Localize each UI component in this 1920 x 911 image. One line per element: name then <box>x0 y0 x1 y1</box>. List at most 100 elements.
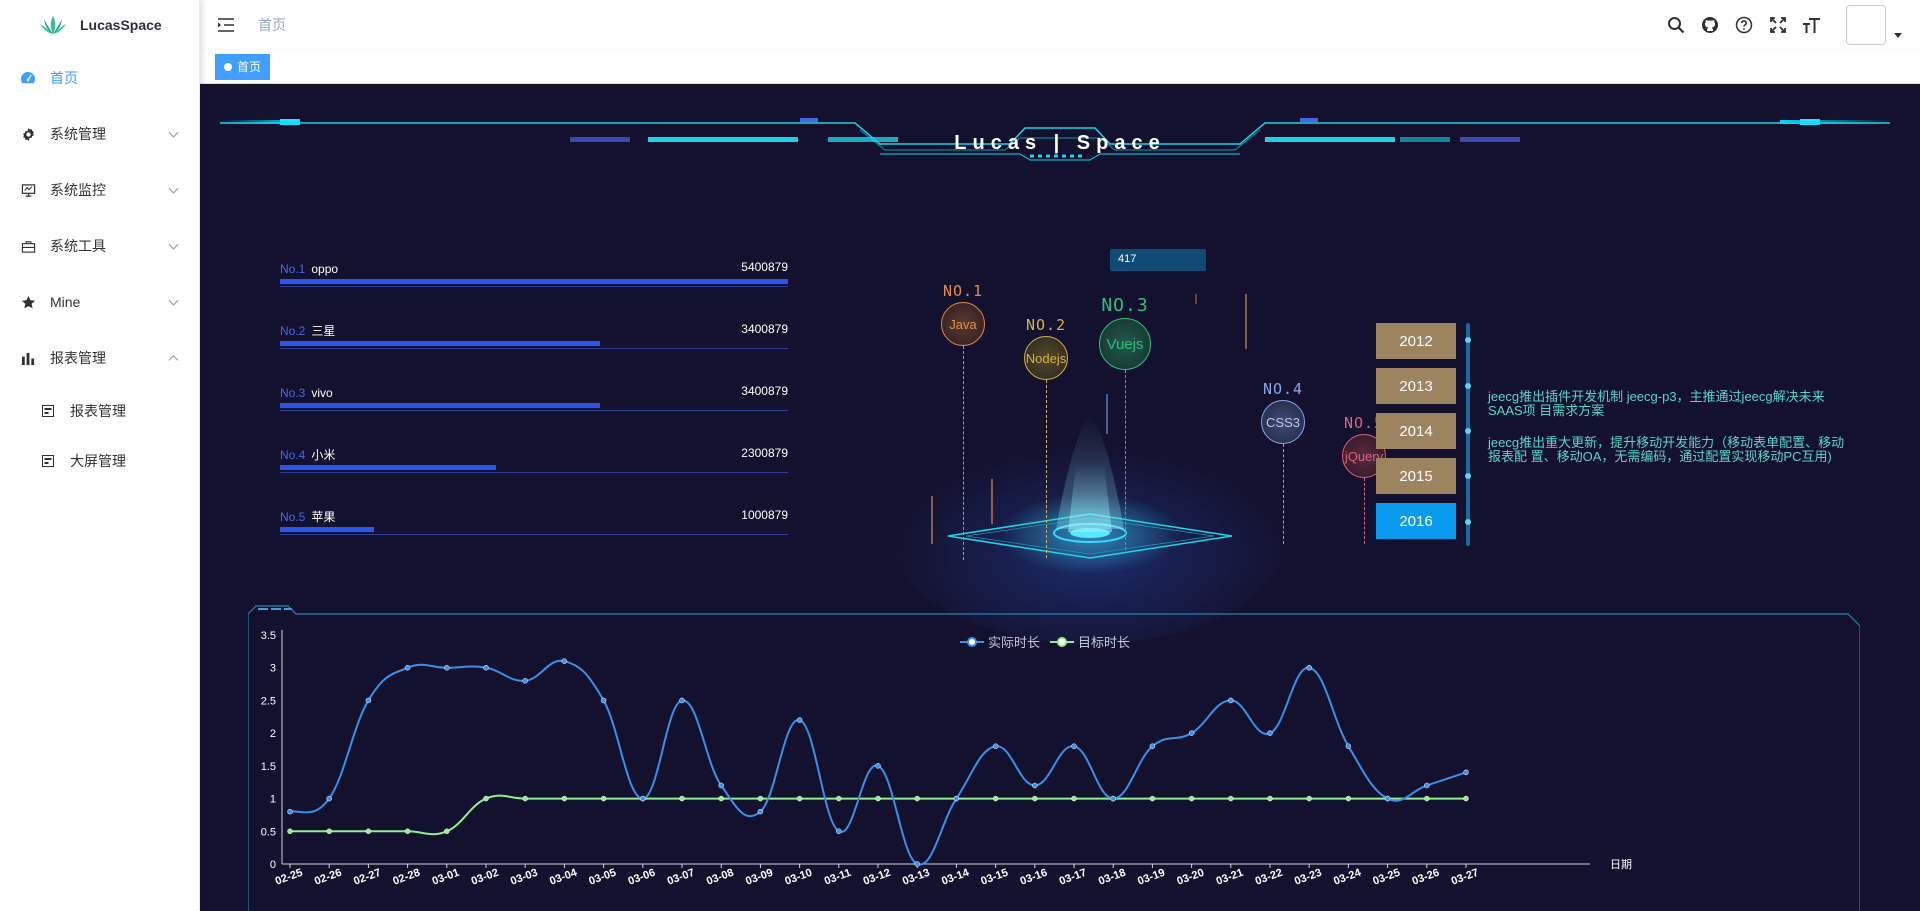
rank-number: No.2 <box>280 324 306 338</box>
timeline-dot <box>1465 473 1471 479</box>
sidebar-item-mine[interactable]: Mine <box>0 274 199 330</box>
dashboard-title: Lucas | Space <box>954 132 1166 154</box>
tech-stem <box>962 346 964 560</box>
sidebar-item-label: Mine <box>50 294 81 310</box>
rank-underline <box>280 286 788 287</box>
year-button-2013[interactable]: 2013 <box>1376 368 1456 404</box>
navbar: 首页 <box>200 0 1920 50</box>
tech-rank-label: NO.1 <box>942 282 984 300</box>
font-size-icon[interactable] <box>1802 15 1822 35</box>
caret-down-icon[interactable] <box>1894 32 1902 38</box>
ranking-row: No.1 oppo 5400879 <box>280 260 788 322</box>
tech-item-java[interactable]: NO.1 Java <box>940 282 986 560</box>
sidebar-item-label: 系统监控 <box>50 182 106 198</box>
year-list: 2012 2013 2014 2015 2016 <box>1376 323 1456 548</box>
search-icon[interactable] <box>1666 15 1686 35</box>
sidebar-item-home[interactable]: 首页 <box>0 50 199 106</box>
year-button-2014[interactable]: 2014 <box>1376 413 1456 449</box>
gear-icon <box>20 126 36 142</box>
sidebar-item-system-manage[interactable]: 系统管理 <box>0 106 199 162</box>
fullscreen-icon[interactable] <box>1768 15 1788 35</box>
rank-value: 1000879 <box>741 508 788 522</box>
rank-name: 苹果 <box>311 510 336 524</box>
sidebar-subitem-label: 大屏管理 <box>70 453 126 469</box>
legend-item-actual[interactable]: 实际时长 <box>960 632 1040 651</box>
report-icon <box>42 405 54 417</box>
tag-dot <box>224 62 232 71</box>
year-button-2015[interactable]: 2015 <box>1376 458 1456 494</box>
rank-number: No.5 <box>280 510 306 524</box>
center-value-badge: 417 <box>1110 249 1206 271</box>
rank-bar <box>280 465 497 470</box>
timeline-dot <box>1465 383 1471 389</box>
sidebar-item-label: 首页 <box>50 70 78 86</box>
timeline-dot <box>1465 428 1471 434</box>
rank-number: No.3 <box>280 386 306 400</box>
timeline-bar <box>1465 323 1471 546</box>
chevron-down-icon <box>168 239 179 250</box>
tech-rank-label: NO.2 <box>1025 316 1067 334</box>
tags-view: 首页 <box>200 50 1920 84</box>
help-icon[interactable] <box>1734 15 1754 35</box>
screen-icon <box>42 455 54 467</box>
rank-number: No.1 <box>280 262 306 276</box>
tech-stem <box>1363 478 1365 544</box>
rank-value: 2300879 <box>741 446 788 460</box>
year-button-2012[interactable]: 2012 <box>1376 323 1456 359</box>
ranking-row: No.3 vivo 3400879 <box>280 384 788 446</box>
rank-bar <box>280 341 601 346</box>
legend-item-target[interactable]: 目标时长 <box>1050 632 1130 651</box>
timeline-dot <box>1465 337 1471 343</box>
sidebar-subitem-report[interactable]: 报表管理 <box>0 386 199 436</box>
ranking-row: No.5 苹果 1000879 <box>280 508 788 570</box>
year-button-2016[interactable]: 2016 <box>1376 503 1456 539</box>
tech-item-vuejs[interactable]: NO.3 Vuejs <box>1096 295 1154 550</box>
monitor-icon <box>20 182 36 198</box>
big-screen-dashboard: Lucas | Space No.1 oppo 5400879 No.2 三星 34… <box>200 84 1920 911</box>
tech-ranking-stage: 417 NO.1 Java NO.2 Nodejs NO.3 Vuejs NO.… <box>856 234 1416 664</box>
rank-bar <box>280 403 601 408</box>
chevron-down-icon <box>168 127 179 138</box>
sidebar: LucasSpace 首页 系统管理 系统监控 系统工具 Mine 报表管理 报… <box>0 0 200 911</box>
chevron-up-icon <box>168 355 179 366</box>
tech-item-css3[interactable]: NO.4 CSS3 <box>1260 380 1306 544</box>
sidebar-item-label: 系统工具 <box>50 238 106 254</box>
sidebar-item-label: 系统管理 <box>50 126 106 142</box>
tech-stem <box>1045 380 1047 558</box>
logo-icon <box>40 16 66 34</box>
tech-stem <box>1124 370 1126 550</box>
star-icon <box>20 294 36 310</box>
tech-ball: CSS3 <box>1261 400 1305 444</box>
rank-underline <box>280 410 788 411</box>
rank-number: No.4 <box>280 448 306 462</box>
sidebar-item-system-tools[interactable]: 系统工具 <box>0 218 199 274</box>
tech-rank-label: NO.4 <box>1262 380 1304 398</box>
tag-home[interactable]: 首页 <box>215 53 271 80</box>
rank-name: oppo <box>311 262 339 276</box>
timeline-text: jeecg推出重大更新，提升移动开发能力（移动表单配置、移动报表配 置、移动OA… <box>1488 435 1845 464</box>
hamburger-icon[interactable] <box>216 15 236 35</box>
breadcrumb: 首页 <box>258 17 286 33</box>
tech-rank-label: NO.3 <box>1101 295 1149 316</box>
legend-symbol <box>1050 636 1075 648</box>
rank-name: vivo <box>311 386 333 400</box>
tech-item-nodejs[interactable]: NO.2 Nodejs <box>1023 316 1069 558</box>
tech-ball: Vuejs <box>1099 318 1151 370</box>
chevron-down-icon <box>168 295 179 306</box>
rank-underline <box>280 534 788 535</box>
sidebar-item-report-manage[interactable]: 报表管理 <box>0 330 199 386</box>
logo[interactable]: LucasSpace <box>0 0 199 50</box>
tech-ball: Nodejs <box>1024 336 1068 380</box>
sidebar-item-system-monitor[interactable]: 系统监控 <box>0 162 199 218</box>
sidebar-subitem-screen[interactable]: 大屏管理 <box>0 436 199 486</box>
navbar-right-menu <box>1666 0 1920 50</box>
timeline-text: jeecg推出插件开发机制 jeecg-p3，主推通过jeecg解决未来SAAS… <box>1488 389 1825 418</box>
avatar[interactable] <box>1846 5 1886 45</box>
rank-value: 3400879 <box>741 322 788 336</box>
chevron-down-icon <box>168 183 179 194</box>
legend-label: 目标时长 <box>1078 635 1131 650</box>
ranking-row: No.2 三星 3400879 <box>280 322 788 384</box>
bar-chart-icon <box>20 350 36 366</box>
github-icon[interactable] <box>1700 15 1720 35</box>
tag-label: 首页 <box>237 60 262 74</box>
